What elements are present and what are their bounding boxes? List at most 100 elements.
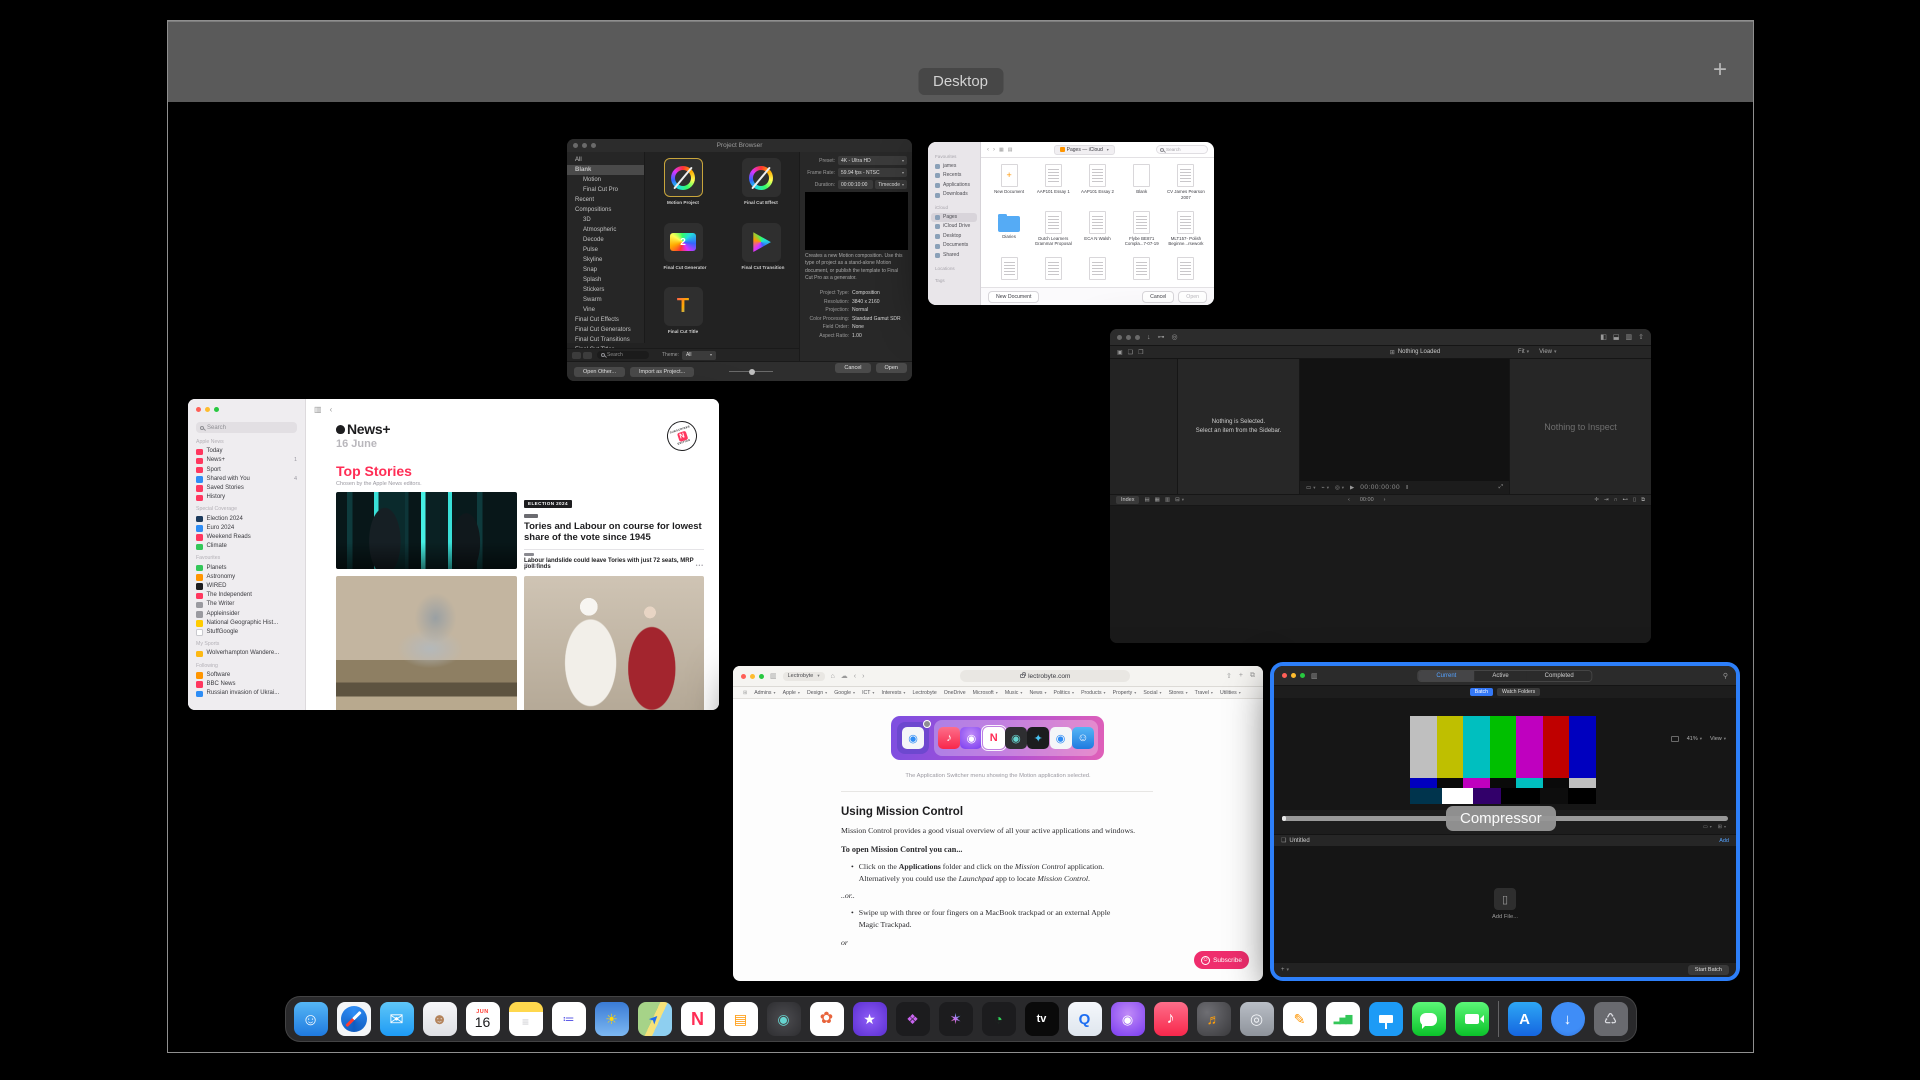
- forward-icon[interactable]: ›: [862, 673, 864, 680]
- bookmark-item[interactable]: Design: [807, 690, 827, 696]
- profile-button[interactable]: Lectrobyte: [783, 672, 825, 681]
- sidebar-item[interactable]: Compositions: [567, 205, 644, 215]
- watch-folders-tab[interactable]: Watch Folders: [1497, 688, 1540, 696]
- tile-final-cut-generator[interactable]: 2 Final Cut Generator: [664, 223, 703, 279]
- bookmark-item[interactable]: Google: [834, 690, 855, 696]
- motion-editor-window[interactable]: ↓ ⊶ ◎ ◧ ⬓ ▥ ⇧ ▣ ❏ ❐ ⊞Nothing Loaded Fit …: [1110, 329, 1651, 643]
- sidebar-toggle-icon[interactable]: ▥: [314, 405, 322, 414]
- app-store-icon[interactable]: A: [1508, 1002, 1542, 1036]
- notes-icon[interactable]: ≡: [509, 1002, 543, 1036]
- sidebar-toggle-icon[interactable]: ▥: [770, 672, 777, 680]
- reminders-icon[interactable]: ≔: [552, 1002, 586, 1036]
- music-icon[interactable]: ♪: [1154, 1002, 1188, 1036]
- traffic-lights[interactable]: [196, 407, 297, 412]
- add-space-button[interactable]: +: [1713, 56, 1727, 84]
- motion-project-browser-window[interactable]: Project Browser AllBlankMotionFinal Cut …: [567, 139, 912, 381]
- tab[interactable]: Completed: [1527, 671, 1592, 681]
- tile-motion-project[interactable]: Motion Project: [664, 158, 703, 214]
- mail-icon[interactable]: ✉: [380, 1002, 414, 1036]
- calendar-icon[interactable]: JUN16: [466, 1002, 500, 1036]
- layout-left-icon[interactable]: ◧: [1600, 333, 1607, 341]
- loop-icon[interactable]: ∩: [1614, 497, 1618, 504]
- sidebar-item[interactable]: History: [196, 493, 297, 502]
- photo-booth-icon[interactable]: ◉: [767, 1002, 801, 1036]
- dock-separator[interactable]: [1498, 1001, 1499, 1037]
- tile-final-cut-effect[interactable]: Final Cut Effect: [742, 158, 781, 214]
- file-item[interactable]: [1164, 257, 1208, 287]
- index-button[interactable]: Index: [1116, 496, 1139, 504]
- contacts-icon[interactable]: ☻: [423, 1002, 457, 1036]
- trim-icon[interactable]: ⇥: [1604, 497, 1609, 504]
- more-button[interactable]: •••: [696, 563, 704, 569]
- safari-window[interactable]: ▥ Lectrobyte ⌂ ☁ ‹ › lectrobyte.com ⇧ + …: [733, 666, 1263, 981]
- timeline-body[interactable]: [1110, 506, 1651, 643]
- media-icon[interactable]: ❏: [1128, 349, 1133, 356]
- tab[interactable]: Current: [1418, 671, 1474, 681]
- shape-tool-icon[interactable]: ▭: [1306, 485, 1315, 491]
- file-item[interactable]: New Document: [987, 164, 1031, 205]
- sidebar-item[interactable]: iCloud Drive: [928, 222, 980, 232]
- sidebar-item[interactable]: Atmospheric: [567, 225, 644, 235]
- final-cut-pro-icon[interactable]: ❖: [896, 1002, 930, 1036]
- sidebar-item[interactable]: The Independent: [196, 591, 297, 600]
- sidebar-item[interactable]: Pulse: [567, 245, 644, 255]
- bookmark-item[interactable]: Travel: [1195, 690, 1213, 696]
- next-frame-icon[interactable]: ›: [1384, 497, 1386, 503]
- back-icon[interactable]: ‹: [987, 147, 989, 153]
- add-marker-icon[interactable]: ✛: [1594, 497, 1599, 504]
- sidebar-item[interactable]: Astronomy: [196, 573, 297, 582]
- sidebar-item[interactable]: Weekend Reads: [196, 533, 297, 542]
- sidebar-item[interactable]: Skyline: [567, 255, 644, 265]
- sidebar-item[interactable]: Final Cut Effects: [567, 315, 644, 325]
- library-column[interactable]: [1110, 359, 1178, 494]
- theme-select[interactable]: All: [682, 351, 716, 360]
- file-item[interactable]: AAP101 Essay 2: [1075, 164, 1119, 205]
- sidebar-item[interactable]: Final Cut Transitions: [567, 335, 644, 345]
- sidebar-item[interactable]: Special Coverage: [196, 505, 297, 514]
- traffic-lights[interactable]: [1117, 335, 1140, 340]
- playhead[interactable]: [1282, 816, 1286, 821]
- weather-icon[interactable]: ☀: [595, 1002, 629, 1036]
- lead-story[interactable]: ELECTION 2024 Tories and Labour on cours…: [524, 492, 704, 569]
- file-item[interactable]: Diaries: [987, 211, 1031, 252]
- bookmark-item[interactable]: Stores: [1169, 690, 1188, 696]
- sidebar-item[interactable]: BBC News: [196, 680, 297, 689]
- sidebar-item[interactable]: Final Cut Pro: [567, 185, 644, 195]
- fullscreen-icon[interactable]: ⤢: [1499, 484, 1503, 491]
- list-icon[interactable]: ▤: [1144, 497, 1149, 503]
- tracks-icon[interactable]: ▦: [1155, 497, 1160, 503]
- layout-bottom-icon[interactable]: ⬓: [1613, 333, 1620, 341]
- sidebar-item[interactable]: Apple News: [196, 438, 297, 447]
- sidebar-item[interactable]: 3D: [567, 215, 644, 225]
- file-item[interactable]: [1031, 257, 1075, 287]
- open-button[interactable]: Open: [876, 363, 907, 373]
- sidebar-item[interactable]: Shared: [928, 251, 980, 261]
- link-icon[interactable]: ⊶: [1158, 333, 1165, 341]
- solo-icon[interactable]: ▯: [1633, 497, 1636, 504]
- share-icon[interactable]: ⇧: [1638, 333, 1644, 341]
- cancel-button[interactable]: Cancel: [1142, 291, 1174, 303]
- file-item[interactable]: AAP101 Essay 1: [1031, 164, 1075, 205]
- sidebar-item[interactable]: Final Cut Generators: [567, 325, 644, 335]
- zoom-timeline-icon[interactable]: ⧉: [1641, 497, 1645, 504]
- sidebar-item[interactable]: Following: [196, 662, 297, 671]
- downloads-icon[interactable]: ↓: [1551, 1002, 1585, 1036]
- add-link[interactable]: Add: [1719, 838, 1729, 844]
- search-input[interactable]: Search: [1156, 145, 1208, 154]
- garageband-icon[interactable]: ♬: [1197, 1002, 1231, 1036]
- zoom-select[interactable]: 41%: [1687, 736, 1702, 742]
- add-file-button[interactable]: ▯: [1494, 888, 1516, 910]
- sidebar-item[interactable]: Locations: [928, 264, 980, 274]
- icloud-tabs-icon[interactable]: ☁: [841, 672, 848, 680]
- news-window[interactable]: Search Apple NewsTodayNews+1SportShared …: [188, 399, 719, 710]
- apple-tv-icon[interactable]: tv: [1025, 1002, 1059, 1036]
- sidebar-item[interactable]: Recents: [928, 171, 980, 181]
- sidebar-item[interactable]: My Sports: [196, 640, 297, 649]
- sidebar-item[interactable]: Tags: [928, 276, 980, 286]
- link-clips-icon[interactable]: ⊷: [1623, 497, 1629, 504]
- library-icon[interactable]: ❐: [1138, 349, 1143, 356]
- sidebar-item[interactable]: StuffGoogle: [196, 628, 297, 637]
- sidebar-item[interactable]: News+1: [196, 456, 297, 465]
- sidebar-item[interactable]: Appleinsider: [196, 610, 297, 619]
- bookmark-item[interactable]: Apple: [783, 690, 800, 696]
